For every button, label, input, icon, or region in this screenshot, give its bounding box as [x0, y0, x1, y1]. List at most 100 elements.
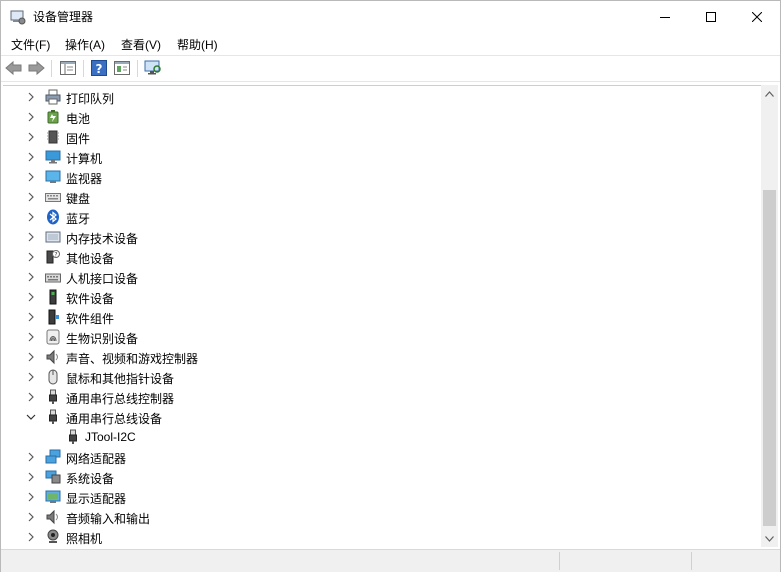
menu-view[interactable]: 查看(V): [121, 36, 161, 53]
scroll-thumb[interactable]: [763, 190, 776, 526]
expand-chevron-icon[interactable]: [25, 291, 37, 303]
software-component-icon: [45, 309, 61, 325]
tree-category-item[interactable]: 固件: [3, 127, 753, 147]
scan-hardware-icon[interactable]: [143, 59, 163, 77]
mouse-icon: [45, 369, 61, 385]
tree-category-item[interactable]: 电池: [3, 107, 753, 127]
properties-icon[interactable]: [58, 59, 78, 77]
tree-item-label: 固件: [66, 132, 91, 146]
tree-category-item[interactable]: 网络适配器: [3, 447, 753, 467]
biometric-icon: [45, 329, 61, 345]
menu-action[interactable]: 操作(A): [65, 36, 105, 53]
expand-chevron-icon[interactable]: [25, 271, 37, 283]
speaker-icon: [45, 349, 61, 365]
expand-chevron-icon[interactable]: [25, 471, 37, 483]
tree-category-item[interactable]: 监视器: [3, 167, 753, 187]
tree-child-item[interactable]: JTool-I2C: [3, 427, 753, 447]
tree-category-item[interactable]: 蓝牙: [3, 207, 753, 227]
usb-icon: [45, 389, 61, 405]
tree-item-label: 蓝牙: [66, 212, 91, 226]
menu-file[interactable]: 文件(F): [11, 36, 50, 53]
tree-item-label: 电池: [66, 112, 91, 126]
toolbar: ?: [1, 55, 780, 82]
tree-category-item[interactable]: 内存技术设备: [3, 227, 753, 247]
tree-item-label: 人机接口设备: [66, 272, 139, 286]
tree-category-item[interactable]: 通用串行总线设备: [3, 407, 753, 427]
tree-category-item[interactable]: 显示适配器: [3, 487, 753, 507]
expand-chevron-icon[interactable]: [25, 251, 37, 263]
forward-arrow-icon[interactable]: [26, 59, 46, 77]
tree-category-item[interactable]: 键盘: [3, 187, 753, 207]
tree-item-label: 音频输入和输出: [66, 512, 151, 526]
collapse-chevron-icon[interactable]: [25, 411, 37, 423]
expand-chevron-icon[interactable]: [25, 91, 37, 103]
keyboard-icon: [45, 189, 61, 205]
show-hide-console-tree-icon[interactable]: [112, 59, 132, 77]
vertical-scrollbar[interactable]: [761, 85, 778, 547]
tree-item-label: 键盘: [66, 192, 91, 206]
tree-item-label: 网络适配器: [66, 452, 127, 466]
expand-chevron-icon[interactable]: [25, 231, 37, 243]
network-adapter-icon: [45, 449, 61, 465]
expand-chevron-icon[interactable]: [25, 331, 37, 343]
monitor-icon: [45, 169, 61, 185]
expand-chevron-icon[interactable]: [25, 211, 37, 223]
tree-item-label: 通用串行总线控制器: [66, 392, 175, 406]
expand-chevron-icon[interactable]: [25, 131, 37, 143]
tree-category-item[interactable]: 鼠标和其他指针设备: [3, 367, 753, 387]
tree-category-item[interactable]: 生物识别设备: [3, 327, 753, 347]
tree-category-item[interactable]: ? 其他设备: [3, 247, 753, 267]
tree-category-item[interactable]: 人机接口设备: [3, 267, 753, 287]
usb-icon: [45, 409, 61, 425]
expand-chevron-icon[interactable]: [25, 151, 37, 163]
firmware-icon: [45, 129, 61, 145]
speaker-icon: [45, 509, 61, 525]
camera-icon: [45, 529, 61, 545]
tree-category-item[interactable]: 照相机: [3, 527, 753, 547]
tree-item-label: 打印队列: [66, 92, 115, 106]
expand-chevron-icon[interactable]: [25, 451, 37, 463]
tree-category-item[interactable]: 系统设备: [3, 467, 753, 487]
tree-item-label: JTool-I2C: [85, 430, 136, 444]
tree-category-item[interactable]: 音频输入和输出: [3, 507, 753, 527]
expand-chevron-icon[interactable]: [25, 111, 37, 123]
scroll-down-button[interactable]: [761, 530, 778, 547]
display-adapter-icon: [45, 489, 61, 505]
tree-category-item[interactable]: 通用串行总线控制器: [3, 387, 753, 407]
tree-category-item[interactable]: 计算机: [3, 147, 753, 167]
expand-chevron-icon[interactable]: [25, 371, 37, 383]
tree-category-item[interactable]: 打印队列: [3, 87, 753, 107]
tree-category-item[interactable]: 软件组件: [3, 307, 753, 327]
expand-chevron-icon[interactable]: [25, 171, 37, 183]
expand-chevron-icon[interactable]: [25, 511, 37, 523]
expand-chevron-icon[interactable]: [25, 351, 37, 363]
help-icon[interactable]: ?: [89, 59, 109, 77]
status-pane: [559, 552, 560, 570]
battery-icon: [45, 109, 61, 125]
back-arrow-icon[interactable]: [4, 59, 24, 77]
printer-icon: [45, 89, 61, 105]
tree-item-label: 鼠标和其他指针设备: [66, 372, 175, 386]
tree-category-item[interactable]: 软件设备: [3, 287, 753, 307]
tree-item-label: 软件设备: [66, 292, 115, 306]
tree-item-label: 内存技术设备: [66, 232, 139, 246]
tree-item-label: 声音、视频和游戏控制器: [66, 352, 199, 366]
maximize-button[interactable]: [688, 1, 734, 32]
scroll-up-button[interactable]: [761, 85, 778, 102]
close-button[interactable]: [734, 1, 780, 32]
other-device-icon: ?: [45, 249, 61, 265]
toolbar-separator: [83, 60, 84, 77]
expand-chevron-icon[interactable]: [25, 311, 37, 323]
expand-chevron-icon[interactable]: [25, 191, 37, 203]
tree-category-item[interactable]: 声音、视频和游戏控制器: [3, 347, 753, 367]
device-tree[interactable]: 打印队列电池固件 计算机 监视器键盘蓝牙内存技术设备? 其他设备人机接口设备 软件设备软…: [3, 85, 761, 548]
menu-help[interactable]: 帮助(H): [177, 36, 218, 53]
expand-chevron-icon[interactable]: [25, 491, 37, 503]
svg-text:?: ?: [54, 252, 57, 259]
minimize-button[interactable]: [642, 1, 688, 32]
expand-chevron-icon[interactable]: [25, 531, 37, 543]
bluetooth-icon: [45, 209, 61, 225]
expand-chevron-icon[interactable]: [25, 391, 37, 403]
usb-icon: [65, 429, 81, 445]
title-bar[interactable]: 设备管理器: [1, 1, 780, 32]
